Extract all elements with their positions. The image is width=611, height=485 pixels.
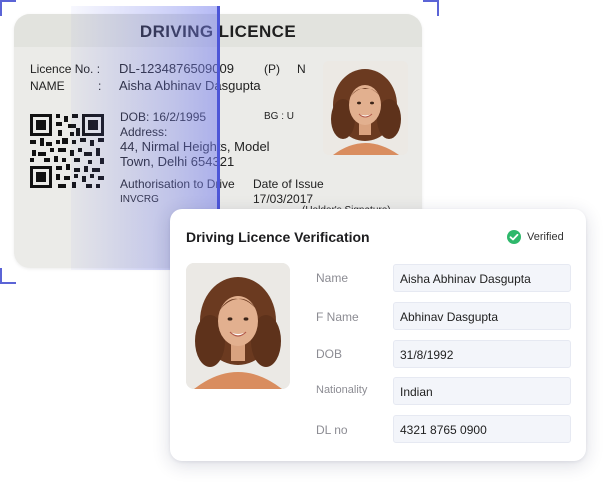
verification-panel: Driving Licence Verification Verified Na… [170,209,586,461]
address-line-1: 44, Nirmal Heights, Model [120,139,270,154]
qr-code-icon [30,114,104,188]
licence-holder-photo [323,61,408,155]
verification-title: Driving Licence Verification [186,229,370,245]
verified-person-photo [186,263,290,389]
check-circle-icon [507,230,521,244]
date-of-issue-value: 17/03/2017 [253,192,314,206]
field-value-nationality: Indian [393,377,571,405]
name-label: NAME [30,79,65,93]
field-value-dl-no: 4321 8765 0900 [393,415,571,443]
date-of-issue-label: Date of Issue [253,177,324,191]
verified-status-text: Verified [527,231,564,243]
licence-holder-name: Aisha Abhinav Dasgupta [119,78,261,93]
name-colon: : [98,79,102,93]
field-value-father-name: Abhinav Dasgupta [393,302,571,330]
field-label-dl-no: DL no [316,423,348,437]
vehicle-class: INVCRG [120,194,159,205]
scan-frame-corner-top-right [423,0,439,16]
verified-badge: Verified [507,230,564,244]
field-label-dob: DOB [316,347,343,361]
field-label-nationality: Nationality [316,384,368,396]
scan-frame-corner-bottom-left [0,268,16,284]
field-label-father-name: F Name [316,310,359,324]
licence-n-code: N [297,62,306,76]
address-label: Address: [120,125,168,139]
licence-p-code: (P) [264,62,280,76]
field-value-name: Aisha Abhinav Dasgupta [393,264,571,292]
licence-no-label: Licence No. : [30,62,101,76]
dob-field: DOB: 16/2/1995 [120,110,207,124]
field-label-name: Name [316,271,349,285]
blood-group-field: BG : U [264,111,295,122]
field-value-dob: 31/8/1992 [393,340,571,368]
